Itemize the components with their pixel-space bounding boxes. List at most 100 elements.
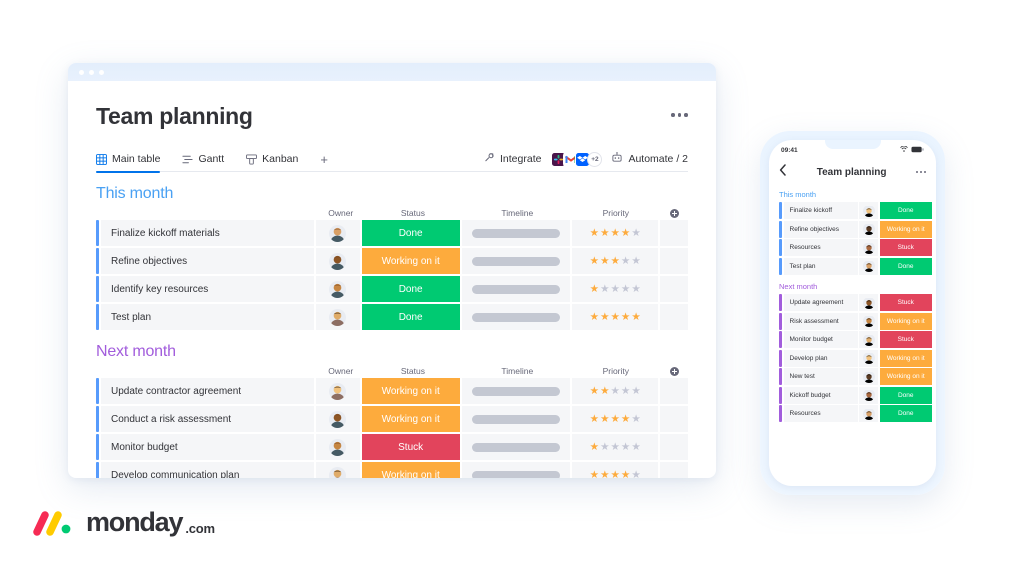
priority-star[interactable]: ★ — [621, 442, 630, 453]
row-name-cell[interactable]: Finalize kickoff materials — [96, 220, 315, 246]
phone-status-badge[interactable]: Working on it — [879, 312, 932, 330]
table-row[interactable]: Conduct a risk assessment Working on it ★ ★… — [96, 406, 688, 432]
priority-star[interactable]: ★ — [600, 312, 609, 323]
priority-cell[interactable]: ★ ★ ★ ★ ★ — [571, 462, 659, 478]
phone-owner-cell[interactable] — [859, 405, 878, 422]
owner-cell[interactable] — [316, 378, 360, 404]
phone-owner-cell[interactable] — [859, 368, 878, 385]
status-badge[interactable]: Working on it — [361, 248, 460, 274]
phone-owner-cell[interactable] — [859, 202, 878, 219]
timeline-cell[interactable] — [461, 248, 570, 274]
phone-owner-cell[interactable] — [859, 349, 878, 367]
table-row[interactable]: Finalize kickoff materials Done ★ ★ ★ ★ ★ — [96, 220, 688, 246]
priority-star[interactable]: ★ — [621, 470, 630, 478]
phone-table-row[interactable]: Test plan Done — [769, 257, 936, 275]
priority-cell[interactable]: ★ ★ ★ ★ ★ — [571, 406, 659, 432]
timeline-cell[interactable] — [461, 406, 570, 432]
priority-star[interactable]: ★ — [631, 414, 640, 425]
row-name-cell[interactable]: Test plan — [96, 304, 315, 330]
priority-star[interactable]: ★ — [631, 442, 640, 453]
priority-star[interactable]: ★ — [590, 228, 599, 239]
empty-cell[interactable] — [660, 276, 688, 302]
more-apps-badge[interactable]: +2 — [587, 151, 603, 167]
table-row[interactable]: Update contractor agreement Working on it… — [96, 378, 688, 404]
row-name-cell[interactable]: Develop communication plan — [96, 462, 315, 478]
phone-owner-cell[interactable] — [859, 294, 878, 311]
priority-cell[interactable]: ★ ★ ★ ★ ★ — [571, 248, 659, 274]
phone-status-badge[interactable]: Stuck — [879, 294, 932, 311]
priority-star[interactable]: ★ — [590, 470, 599, 478]
phone-status-badge[interactable]: Working on it — [879, 368, 932, 385]
phone-status-badge[interactable]: Done — [879, 386, 932, 404]
phone-table-row[interactable]: New test Working on it — [769, 368, 936, 385]
empty-cell[interactable] — [660, 378, 688, 404]
status-badge[interactable]: Done — [361, 220, 460, 246]
phone-owner-cell[interactable] — [859, 331, 878, 348]
priority-star[interactable]: ★ — [590, 442, 599, 453]
tab-main-table[interactable]: Main table — [96, 147, 161, 173]
priority-star[interactable]: ★ — [600, 442, 609, 453]
status-badge[interactable]: Working on it — [361, 462, 460, 478]
priority-cell[interactable]: ★ ★ ★ ★ ★ — [571, 220, 659, 246]
phone-status-badge[interactable]: Done — [879, 405, 932, 422]
window-dot-maximize[interactable] — [99, 69, 104, 75]
window-dot-minimize[interactable] — [89, 69, 94, 75]
priority-star[interactable]: ★ — [631, 284, 640, 295]
priority-star[interactable]: ★ — [611, 284, 620, 295]
priority-star[interactable]: ★ — [631, 228, 640, 239]
priority-star[interactable]: ★ — [590, 312, 599, 323]
priority-star[interactable]: ★ — [621, 284, 630, 295]
priority-star[interactable]: ★ — [611, 386, 620, 397]
phone-table-row[interactable]: Update agreement Stuck — [769, 294, 936, 311]
priority-star[interactable]: ★ — [611, 256, 620, 267]
empty-cell[interactable] — [660, 462, 688, 478]
phone-table-row[interactable]: Finalize kickoff Done — [769, 202, 936, 219]
priority-star[interactable]: ★ — [600, 386, 609, 397]
empty-cell[interactable] — [660, 220, 688, 246]
add-column-icon[interactable] — [669, 366, 679, 376]
owner-cell[interactable] — [316, 248, 360, 274]
phone-status-badge[interactable]: Working on it — [879, 220, 932, 238]
priority-cell[interactable]: ★ ★ ★ ★ ★ — [571, 304, 659, 330]
phone-owner-cell[interactable] — [859, 312, 878, 330]
phone-owner-cell[interactable] — [859, 386, 878, 404]
table-row[interactable]: Monitor budget Stuck ★ ★ ★ ★ ★ — [96, 434, 688, 460]
window-dot-close[interactable] — [79, 69, 84, 75]
priority-cell[interactable]: ★ ★ ★ ★ ★ — [571, 434, 659, 460]
priority-star[interactable]: ★ — [631, 470, 640, 478]
priority-star[interactable]: ★ — [621, 228, 630, 239]
priority-star[interactable]: ★ — [600, 470, 609, 478]
phone-status-badge[interactable]: Working on it — [879, 349, 932, 367]
priority-star[interactable]: ★ — [590, 414, 599, 425]
priority-star[interactable]: ★ — [631, 256, 640, 267]
empty-cell[interactable] — [660, 434, 688, 460]
priority-cell[interactable]: ★ ★ ★ ★ ★ — [571, 276, 659, 302]
phone-group-title[interactable]: This month — [769, 184, 936, 202]
phone-status-badge[interactable]: Stuck — [879, 331, 932, 348]
priority-star[interactable]: ★ — [611, 228, 620, 239]
row-name-cell[interactable]: Update contractor agreement — [96, 378, 315, 404]
table-row[interactable]: Develop communication plan Working on it ★… — [96, 462, 688, 478]
timeline-cell[interactable] — [461, 304, 570, 330]
phone-table-row[interactable]: Develop plan Working on it — [769, 349, 936, 367]
phone-table-row[interactable]: Kickoff budget Done — [769, 386, 936, 404]
empty-cell[interactable] — [660, 304, 688, 330]
priority-star[interactable]: ★ — [631, 386, 640, 397]
priority-star[interactable]: ★ — [621, 312, 630, 323]
phone-table-row[interactable]: Monitor budget Stuck — [769, 331, 936, 348]
owner-cell[interactable] — [316, 304, 360, 330]
priority-star[interactable]: ★ — [600, 228, 609, 239]
timeline-cell[interactable] — [461, 434, 570, 460]
phone-table-row[interactable]: Refine objectives Working on it — [769, 220, 936, 238]
owner-cell[interactable] — [316, 462, 360, 478]
priority-cell[interactable]: ★ ★ ★ ★ ★ — [571, 378, 659, 404]
automate-button[interactable]: Automate / 2 — [611, 152, 688, 166]
phone-table-row[interactable]: Resources Done — [769, 405, 936, 422]
owner-cell[interactable] — [316, 220, 360, 246]
tab-gantt[interactable]: Gantt — [182, 147, 224, 172]
row-name-cell[interactable]: Identify key resources — [96, 276, 315, 302]
priority-star[interactable]: ★ — [590, 256, 599, 267]
phone-more-options-button[interactable] — [916, 170, 926, 174]
phone-table-row[interactable]: Resources Stuck — [769, 239, 936, 256]
priority-star[interactable]: ★ — [600, 256, 609, 267]
